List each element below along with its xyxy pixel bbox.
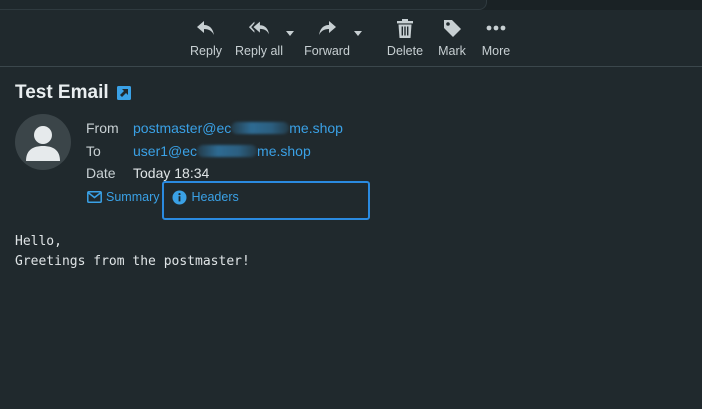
more-label: More <box>481 44 511 58</box>
user-avatar-icon <box>15 114 71 170</box>
redacted-segment <box>197 144 258 157</box>
more-dots-icon <box>485 17 507 39</box>
from-address-end: me.shop <box>289 120 343 137</box>
to-address[interactable]: user1@ec me.shop <box>133 143 311 159</box>
redacted-segment <box>231 122 290 135</box>
headers-tab[interactable]: Headers <box>171 189 239 205</box>
to-address-start: user1@ec <box>133 142 198 159</box>
top-strip <box>0 0 702 10</box>
from-key: From <box>86 120 119 137</box>
popout-icon[interactable] <box>116 86 131 100</box>
header-view-tabs: Summary Headers <box>86 189 239 205</box>
mail-viewer: Reply Reply all Forward Delete Mark More… <box>0 0 702 409</box>
trash-icon <box>394 17 416 39</box>
mark-button[interactable]: Mark <box>436 17 468 63</box>
to-row: To user1@ec me.shop <box>86 140 343 163</box>
date-key: Date <box>86 165 116 182</box>
from-address[interactable]: postmaster@ec me.shop <box>133 120 343 136</box>
message-body: Hello, Greetings from the postmaster! <box>15 234 250 269</box>
reply-icon <box>195 17 217 39</box>
tab-edge <box>0 0 487 10</box>
reply-label: Reply <box>190 44 222 58</box>
from-address-start: postmaster@ec <box>133 120 232 137</box>
forward-label: Forward <box>304 44 350 58</box>
date-value: Today 18:34 <box>133 165 210 182</box>
reply-all-label: Reply all <box>235 44 283 58</box>
date-row: Date Today 18:34 <box>86 162 343 185</box>
forward-button[interactable]: Forward <box>303 17 351 63</box>
delete-button[interactable]: Delete <box>386 17 424 63</box>
reply-all-icon <box>248 17 270 39</box>
summary-tab[interactable]: Summary <box>86 189 159 205</box>
delete-label: Delete <box>386 44 424 58</box>
envelope-icon <box>86 189 102 205</box>
message-headers: From postmaster@ec me.shop To user1@ec me.… <box>86 117 343 185</box>
summary-tab-label: Summary <box>106 190 160 204</box>
reply-all-button[interactable]: Reply all <box>233 17 285 63</box>
subject-title: Test Email <box>15 82 109 103</box>
mark-label: Mark <box>438 44 466 58</box>
reply-button[interactable]: Reply <box>190 17 222 63</box>
info-icon <box>171 189 187 205</box>
message-toolbar: Reply Reply all Forward Delete Mark More <box>0 10 702 66</box>
tag-icon <box>441 17 463 39</box>
forward-menu-caret[interactable] <box>352 28 364 38</box>
forward-icon <box>316 17 338 39</box>
toolbar-divider <box>0 66 702 67</box>
to-key: To <box>86 142 101 159</box>
message-header-subject: Test Email <box>15 82 131 104</box>
to-address-end: me.shop <box>257 142 311 159</box>
from-row: From postmaster@ec me.shop <box>86 117 343 140</box>
reply-all-menu-caret[interactable] <box>284 28 296 38</box>
headers-tab-label: Headers <box>191 190 239 204</box>
more-button[interactable]: More <box>480 17 512 63</box>
